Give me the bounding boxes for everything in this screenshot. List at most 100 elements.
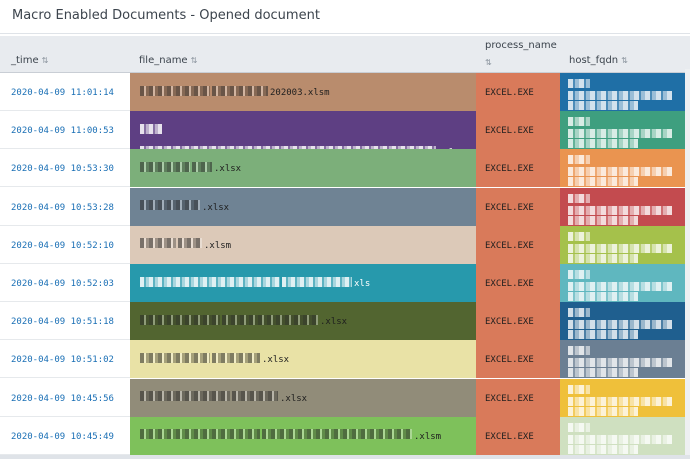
redacted-text xyxy=(568,346,590,356)
process-name-cell: EXCEL.EXE xyxy=(476,73,560,111)
host-fqdn-cell xyxy=(560,187,685,226)
file-name-cell: .xlsx xyxy=(130,302,476,341)
redacted-text xyxy=(282,276,352,287)
process-name: EXCEL.EXE xyxy=(485,126,534,137)
redacted-text xyxy=(192,161,212,172)
file-name-cell: .xlsx xyxy=(130,378,476,417)
redacted-text xyxy=(262,429,412,440)
redacted-text xyxy=(232,391,278,402)
host-fqdn-cell xyxy=(560,340,685,379)
time-link[interactable]: 2020-04-09 11:00:53 xyxy=(11,126,114,136)
process-name-cell: EXCEL.EXE xyxy=(476,149,560,188)
table-row[interactable]: 2020-04-09 10:53:28 .xlsx EXCEL.EXE xyxy=(0,187,690,226)
process-name-cell: EXCEL.EXE xyxy=(476,111,560,150)
sort-arrows-icon[interactable]: ⇅ xyxy=(191,56,198,65)
time-link[interactable]: 2020-04-09 10:53:28 xyxy=(11,203,114,213)
time-link[interactable]: 2020-04-09 10:51:02 xyxy=(11,355,114,365)
table-row[interactable]: 2020-04-09 10:52:10 .xlsm EXCEL.EXE xyxy=(0,225,690,264)
table-row[interactable]: 2020-04-09 10:45:49 .xlsm EXCEL.EXE xyxy=(0,416,690,455)
title-divider xyxy=(0,33,690,34)
time-cell: 2020-04-09 10:52:10 xyxy=(0,225,130,264)
host-fqdn-cell xyxy=(560,378,685,417)
table-row[interactable]: 2020-04-09 10:52:03 xls EXCEL.EXE xyxy=(0,264,690,302)
sort-arrows-icon[interactable]: ⇅ xyxy=(42,56,49,65)
redacted-text xyxy=(568,368,638,378)
redacted-text xyxy=(140,85,210,96)
time-link[interactable]: 2020-04-09 10:45:56 xyxy=(11,394,114,404)
file-extension: 202003.xlsm xyxy=(270,88,330,98)
time-link[interactable]: 2020-04-09 10:52:03 xyxy=(11,279,114,289)
redacted-text xyxy=(568,91,672,100)
redacted-text xyxy=(568,270,590,279)
file-extension: .xlsm xyxy=(204,240,232,251)
redacted-text xyxy=(568,406,638,416)
file-name-cell: 202003.xlsm xyxy=(130,73,476,111)
redacted-text xyxy=(568,396,672,406)
time-link[interactable]: 2020-04-09 10:53:30 xyxy=(11,164,114,174)
column-label-process-name: process_name xyxy=(485,40,557,51)
redacted-text xyxy=(568,320,672,330)
redacted-text xyxy=(568,358,672,368)
redacted-text xyxy=(212,352,260,363)
time-link[interactable]: 2020-04-09 10:52:10 xyxy=(11,241,114,251)
process-name: EXCEL.EXE xyxy=(485,164,534,175)
redacted-text xyxy=(568,444,638,454)
redacted-text xyxy=(568,308,590,318)
time-cell: 2020-04-09 11:01:14 xyxy=(0,73,130,111)
time-link[interactable]: 2020-04-09 10:45:49 xyxy=(11,432,114,442)
column-header-file-name[interactable]: file_name ⇅ xyxy=(139,55,197,66)
column-header-time[interactable]: _time ⇅ xyxy=(11,55,48,66)
sort-arrows-icon[interactable]: ⇅ xyxy=(621,56,628,65)
host-fqdn-cell xyxy=(560,111,685,150)
redacted-text xyxy=(568,79,590,88)
file-name-cell: .xlsm xyxy=(130,225,476,264)
process-name: EXCEL.EXE xyxy=(485,317,534,328)
process-name-cell: EXCEL.EXE xyxy=(476,264,560,302)
time-link[interactable]: 2020-04-09 10:51:18 xyxy=(11,317,114,327)
redacted-text xyxy=(568,292,638,301)
time-link[interactable]: 2020-04-09 11:01:14 xyxy=(11,88,114,98)
process-name-cell: EXCEL.EXE xyxy=(476,378,560,417)
redacted-text xyxy=(568,129,672,139)
host-fqdn-cell xyxy=(560,149,685,188)
process-name: EXCEL.EXE xyxy=(485,88,534,98)
file-extension: .xlsx xyxy=(214,164,242,175)
redacted-text xyxy=(140,123,162,134)
file-extension: xls xyxy=(354,279,371,289)
redacted-text xyxy=(178,238,202,249)
time-cell: 2020-04-09 10:52:03 xyxy=(0,264,130,302)
column-header-host-fqdn[interactable]: host_fqdn ⇅ xyxy=(569,55,628,66)
process-name: EXCEL.EXE xyxy=(485,240,534,251)
table-row[interactable]: 2020-04-09 11:01:14 202003.xlsm EXCEL.EXE xyxy=(0,73,690,111)
redacted-text xyxy=(140,429,260,440)
file-extension: .xlsm xyxy=(414,431,442,442)
column-header-process-name[interactable]: process_name ⇅ xyxy=(485,40,557,67)
file-name-cell: .xlsm xyxy=(130,416,476,455)
table-row[interactable]: 2020-04-09 11:00:53 .xlsx EXCEL.EXE xyxy=(0,111,690,150)
table-row[interactable]: 2020-04-09 10:51:18 .xlsx EXCEL.EXE xyxy=(0,302,690,341)
table-row[interactable]: 2020-04-09 10:45:56 .xlsx EXCEL.EXE xyxy=(0,378,690,417)
time-cell: 2020-04-09 10:45:49 xyxy=(0,416,130,455)
redacted-text xyxy=(568,205,672,215)
redacted-text xyxy=(568,167,672,177)
horizontal-scrollbar[interactable] xyxy=(0,455,690,459)
time-cell: 2020-04-09 10:53:28 xyxy=(0,187,130,226)
redacted-text xyxy=(568,282,672,291)
file-name-cell: .xlsx xyxy=(130,111,476,150)
file-name-cell: .xlsx xyxy=(130,149,476,188)
redacted-text xyxy=(568,231,590,241)
process-name: EXCEL.EXE xyxy=(485,202,534,213)
redacted-text xyxy=(140,161,190,172)
redacted-text xyxy=(568,193,590,203)
process-name: EXCEL.EXE xyxy=(485,355,534,366)
table-row[interactable]: 2020-04-09 10:53:30 .xlsx EXCEL.EXE xyxy=(0,149,690,188)
redacted-text xyxy=(140,276,280,287)
time-cell: 2020-04-09 10:53:30 xyxy=(0,149,130,188)
file-extension: .xlsx xyxy=(280,393,308,404)
table-row[interactable]: 2020-04-09 10:51:02 .xlsx EXCEL.EXE xyxy=(0,340,690,379)
vertical-scrollbar[interactable] xyxy=(685,69,690,459)
file-extension: .xlsx xyxy=(262,355,290,366)
process-name-cell: EXCEL.EXE xyxy=(476,416,560,455)
sort-arrows-icon[interactable]: ⇅ xyxy=(485,58,492,67)
redacted-text xyxy=(140,238,176,249)
